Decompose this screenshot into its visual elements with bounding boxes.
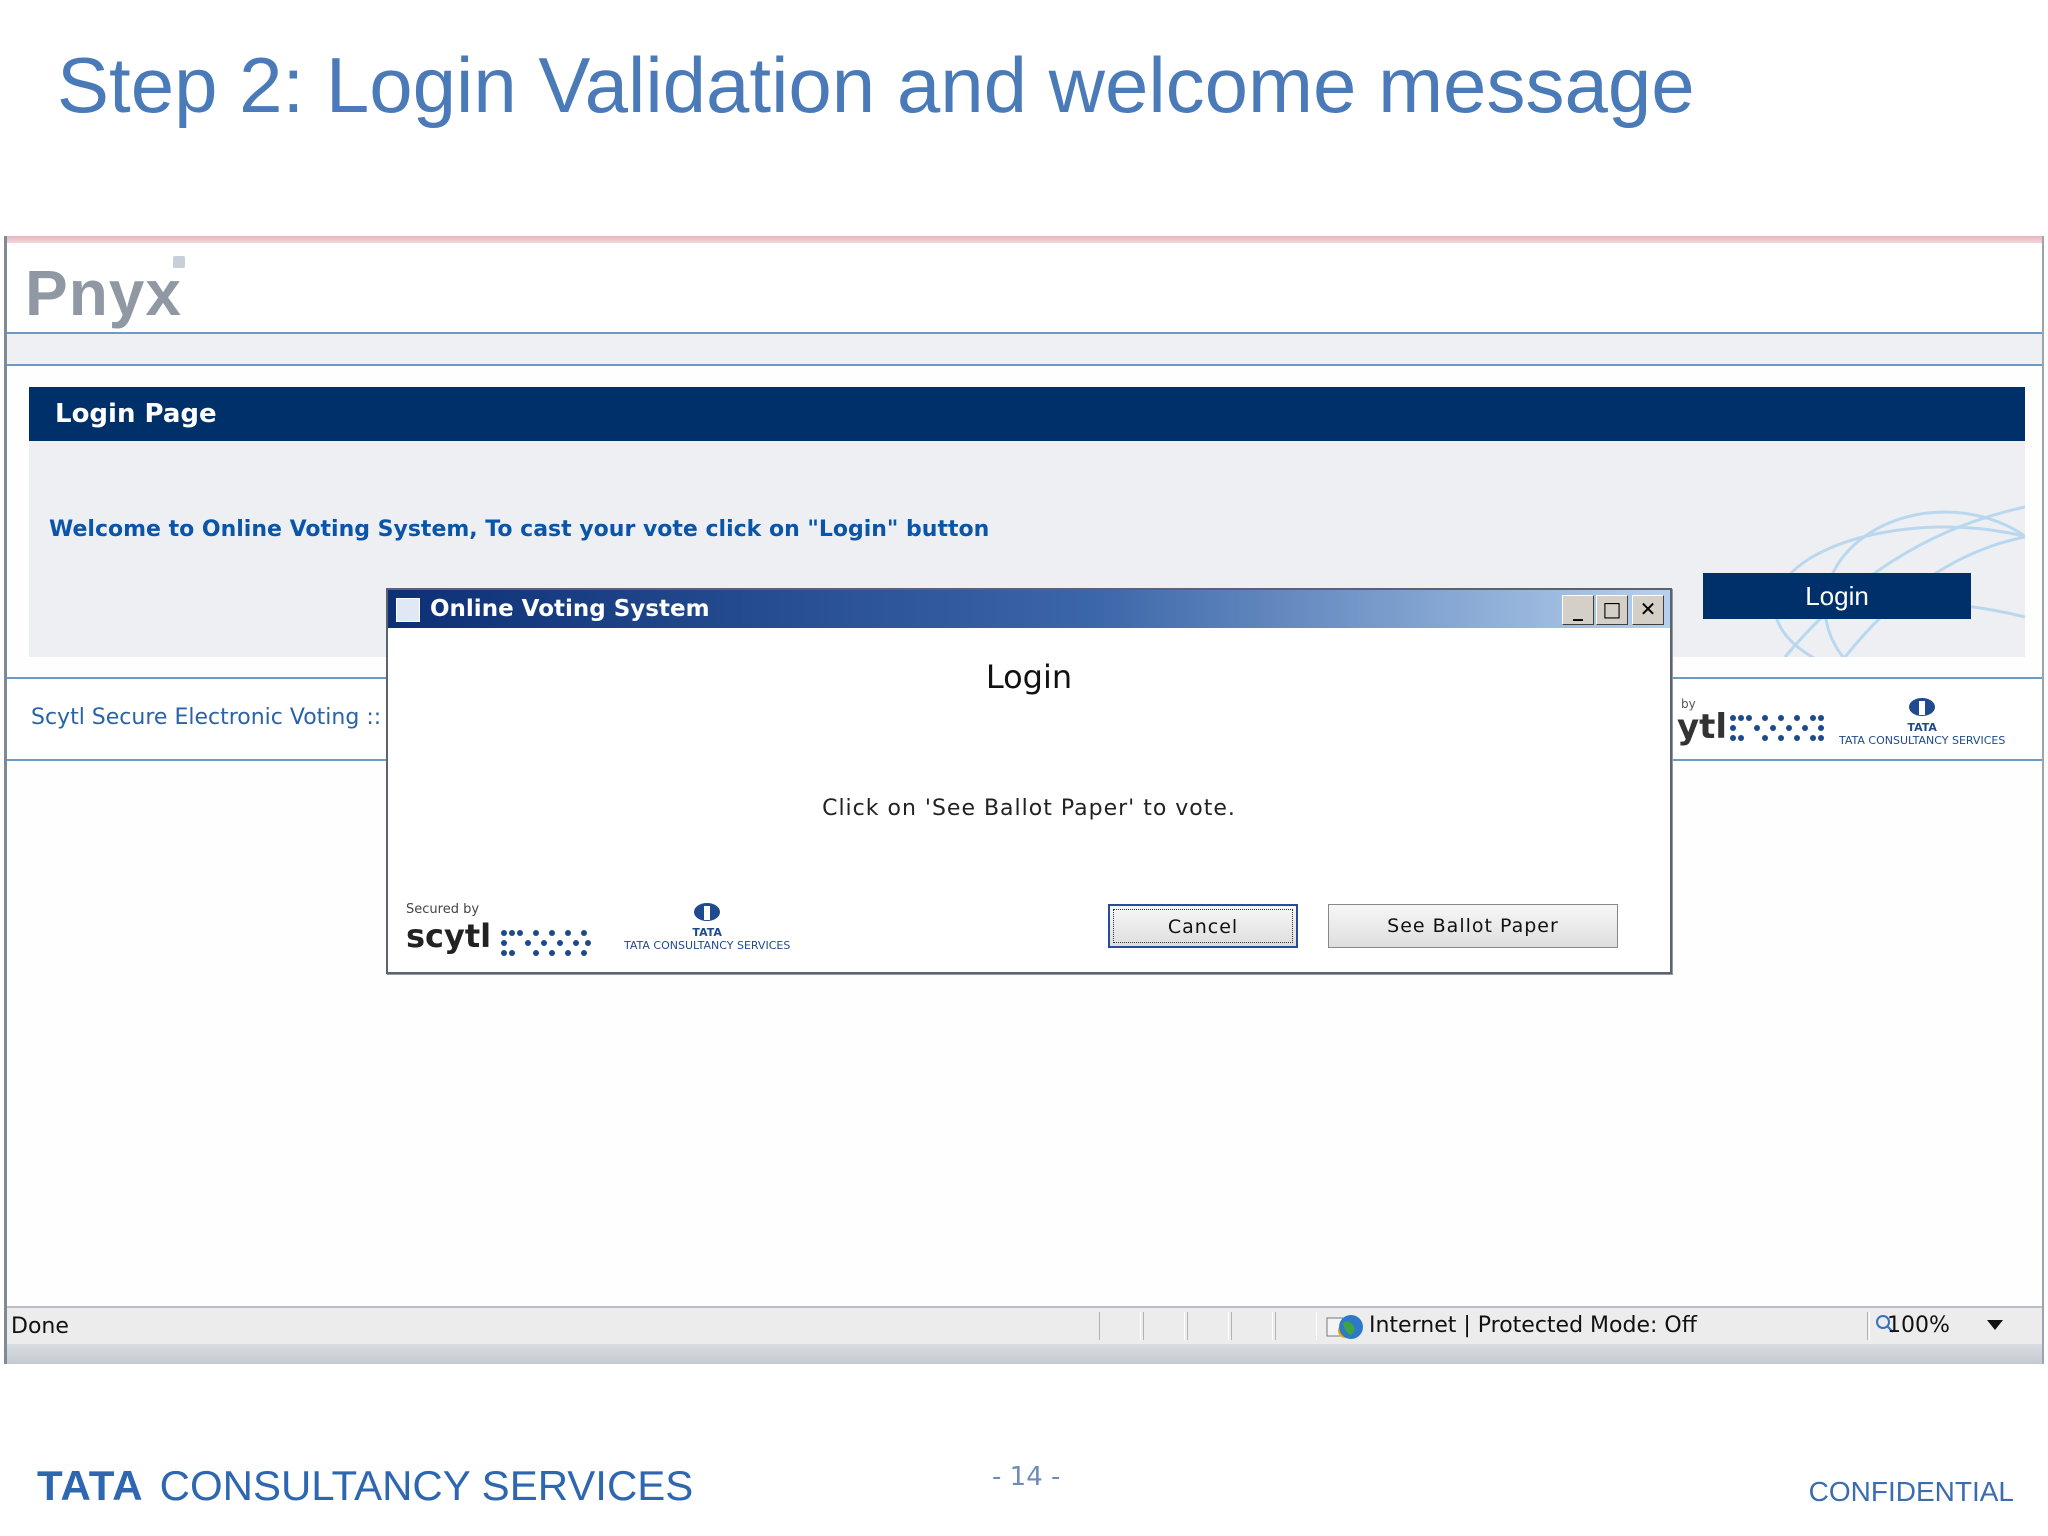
slide-title: Step 2: Login Validation and welcome mes… [57,41,1695,129]
maximize-button[interactable]: □ [1596,595,1628,625]
logo-mark-icon [173,256,185,268]
dialog-title: Online Voting System [430,596,710,622]
tcs-dialog-bottom: TATA CONSULTANCY SERVICES [624,939,791,952]
footer-link[interactable]: Scytl Secure Electronic Voting :: ww [31,705,424,730]
scytl-dots-icon [1730,715,1824,741]
pnyx-logo: Pnyx [25,257,182,329]
status-cell [1143,1312,1185,1340]
tcs-footer-bold: TATA [37,1462,144,1509]
tcs-footer-name: CONSULTANCY SERVICES [159,1462,694,1509]
app-header: Pnyx [7,246,2042,334]
taskbar [7,1344,2042,1364]
tcs-small-bottom: TATA CONSULTANCY SERVICES [1839,734,2006,747]
footer-scytl-label: ytl [1677,707,1728,747]
dropdown-icon[interactable] [1987,1320,2003,1332]
welcome-message: Welcome to Online Voting System, To cast… [49,517,990,542]
window-icon [396,598,420,622]
tcs-footer-brand: TATA CONSULTANCY SERVICES [37,1462,693,1510]
scytl-dots-icon [501,929,592,956]
page-number: - 14 - [992,1462,1061,1492]
confidential-label: CONFIDENTIAL [1808,1476,2014,1507]
window-top-strip [7,236,2042,243]
minimize-button[interactable]: _ [1562,595,1594,625]
tcs-dialog-top: TATA [692,926,722,939]
tcs-small-top: TATA [1907,721,1937,734]
security-zone[interactable]: Internet | Protected Mode: Off [1369,1313,1697,1338]
status-divider [1867,1312,1870,1340]
status-cell [1275,1312,1317,1340]
browser-status-bar: Done Internet | Protected Mode: Off 100% [7,1306,2042,1344]
secured-by-scytl-logo: Secured by scytl [406,902,592,958]
login-dialog: Online Voting System _ □ ✕ Login Click o… [386,588,1672,974]
cancel-button[interactable]: Cancel [1108,904,1298,948]
login-button[interactable]: Login [1703,573,1971,619]
close-button[interactable]: ✕ [1632,595,1664,625]
status-cell [1187,1312,1229,1340]
secured-by-label: Secured by [406,902,480,917]
tcs-logo-dialog: TATA TATA CONSULTANCY SERVICES [624,902,790,952]
status-text: Done [11,1314,69,1339]
sub-navigation-bar [7,334,2042,366]
globe-icon [1339,1315,1363,1339]
status-cell [1099,1312,1141,1340]
zoom-level[interactable]: 100% [1887,1313,1950,1338]
see-ballot-paper-button[interactable]: See Ballot Paper [1328,904,1618,948]
scytl-label: scytl [406,917,492,955]
tcs-logo-small: TATA TATA CONSULTANCY SERVICES [1839,697,2005,747]
status-cell [1231,1312,1273,1340]
tcs-emblem-icon [694,903,721,921]
dialog-titlebar[interactable]: Online Voting System _ □ ✕ [388,590,1670,628]
dialog-heading: Login [985,658,1073,696]
dialog-message: Click on 'See Ballot Paper' to vote. [822,796,1236,821]
login-page-title: Login Page [29,387,2025,441]
tcs-emblem-icon [1909,698,1936,716]
